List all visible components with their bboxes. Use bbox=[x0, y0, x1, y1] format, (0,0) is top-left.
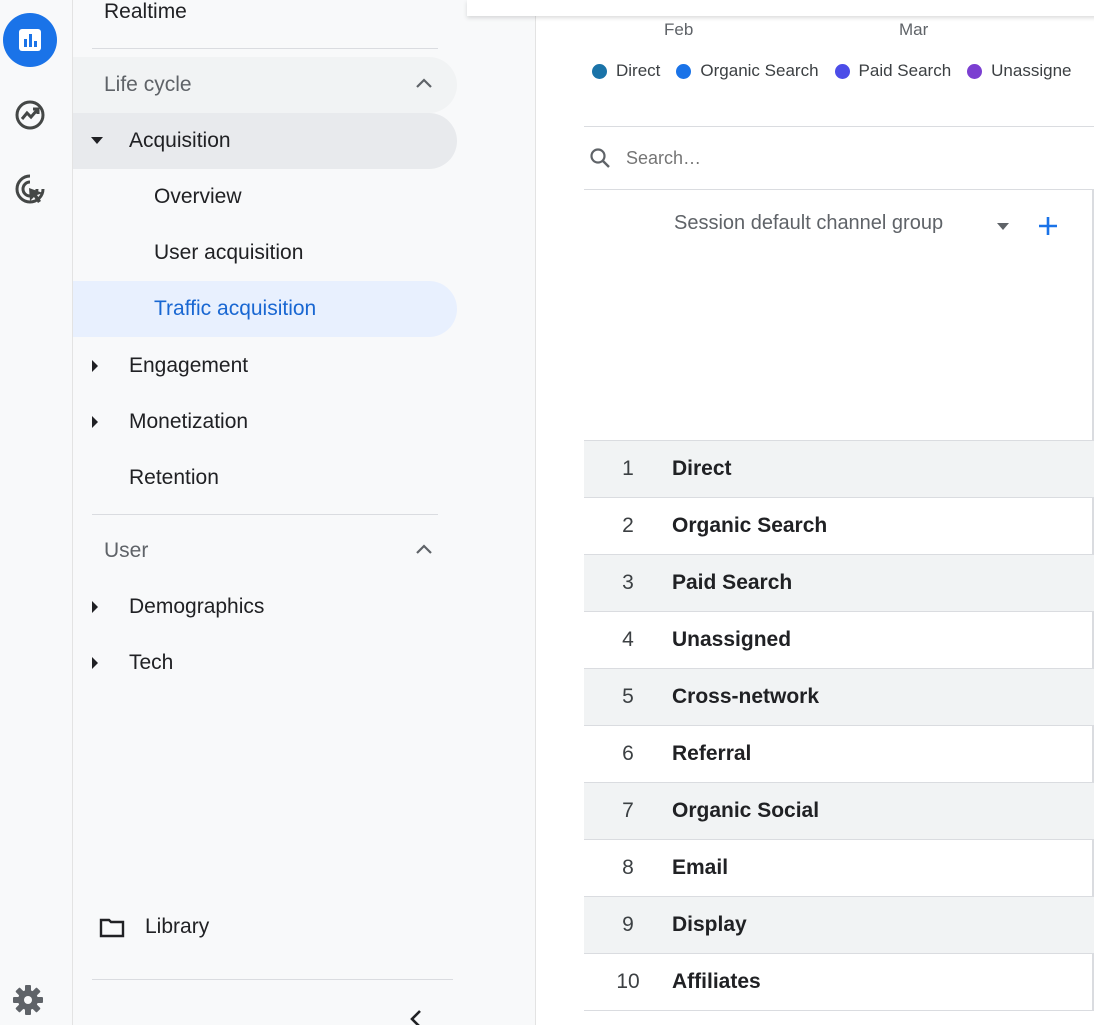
dropdown-arrow-icon[interactable] bbox=[997, 223, 1009, 231]
nav-item-user-acquisition[interactable]: User acquisition bbox=[73, 225, 303, 281]
legend-dot bbox=[834, 63, 850, 79]
row-rank: 5 bbox=[622, 685, 634, 708]
table-search bbox=[584, 127, 1094, 189]
row-channel[interactable]: Unassigned bbox=[672, 628, 791, 652]
nav-item-label: Monetization bbox=[129, 410, 249, 433]
row-rank: 7 bbox=[622, 799, 634, 822]
legend-label: Paid Search bbox=[858, 61, 952, 80]
caret-right-icon bbox=[92, 416, 98, 428]
row-rank: 10 bbox=[616, 970, 640, 993]
legend-label: Organic Search bbox=[700, 61, 819, 80]
x-axis-label-mar: Mar bbox=[899, 20, 929, 39]
nav-item-traffic-acquisition[interactable]: Traffic acquisition bbox=[73, 281, 457, 337]
section-title: User bbox=[104, 539, 149, 562]
row-channel[interactable]: Cross-network bbox=[672, 685, 819, 709]
table-row[interactable]: 5 Cross-network bbox=[584, 669, 1094, 726]
legend-dot bbox=[676, 63, 692, 79]
divider bbox=[92, 48, 438, 49]
divider bbox=[584, 189, 1094, 190]
x-axis-label-feb: Feb bbox=[664, 20, 694, 39]
row-rank: 4 bbox=[622, 628, 634, 651]
table-row[interactable]: 7 Organic Social bbox=[584, 783, 1094, 840]
search-icon bbox=[590, 148, 610, 168]
nav-item-label: Overview bbox=[154, 185, 242, 208]
caret-right-icon bbox=[92, 657, 98, 669]
legend-entry-direct[interactable]: Direct bbox=[592, 61, 660, 81]
nav-item-overview[interactable]: Overview bbox=[73, 169, 242, 225]
legend-dot bbox=[592, 63, 607, 79]
section-title: Life cycle bbox=[104, 73, 192, 96]
nav-item-label: Acquisition bbox=[129, 129, 231, 152]
legend-dot bbox=[967, 63, 983, 79]
section-user[interactable]: User bbox=[73, 523, 457, 579]
legend-entry-unassigned[interactable]: Unassigne bbox=[967, 61, 1071, 81]
row-channel[interactable]: Paid Search bbox=[672, 571, 792, 595]
divider bbox=[92, 979, 453, 980]
row-channel[interactable]: Organic Social bbox=[672, 799, 819, 823]
icon-rail bbox=[0, 0, 73, 1025]
header-shadow-bar bbox=[467, 0, 1094, 16]
nav-item-label: Retention bbox=[129, 466, 219, 489]
row-rank: 9 bbox=[622, 913, 634, 936]
nav-item-retention[interactable]: Retention bbox=[73, 450, 219, 506]
chevron-up-icon bbox=[416, 544, 432, 554]
row-rank: 6 bbox=[622, 742, 634, 765]
caret-down-icon bbox=[91, 137, 103, 144]
nav-item-label: User acquisition bbox=[154, 241, 304, 264]
legend-entry-paid-search[interactable]: Paid Search bbox=[834, 61, 952, 81]
chart-legend: Direct Organic Search Paid Search Unassi… bbox=[592, 61, 1087, 81]
row-rank: 8 bbox=[622, 856, 634, 879]
row-channel[interactable]: Direct bbox=[672, 457, 732, 481]
add-dimension-icon[interactable] bbox=[1038, 216, 1058, 236]
nav-item-label: Engagement bbox=[129, 354, 249, 377]
explore-trend-icon[interactable] bbox=[3, 88, 57, 142]
nav-item-demographics[interactable]: Demographics bbox=[73, 579, 264, 635]
divider bbox=[92, 514, 438, 515]
table-row[interactable]: 2 Organic Search bbox=[584, 498, 1094, 555]
reports-navigation: Realtime Life cycle Acquisition Overview… bbox=[73, 0, 536, 1025]
search-input[interactable] bbox=[626, 147, 1026, 169]
nav-item-acquisition[interactable]: Acquisition bbox=[73, 113, 457, 169]
nav-item-label: Library bbox=[145, 915, 210, 938]
caret-right-icon bbox=[92, 360, 98, 372]
table-row[interactable]: 6 Referral bbox=[584, 726, 1094, 783]
nav-item-label: Realtime bbox=[104, 0, 187, 23]
section-lifecycle[interactable]: Life cycle bbox=[73, 57, 457, 113]
nav-item-engagement[interactable]: Engagement bbox=[73, 338, 248, 394]
row-channel[interactable]: Email bbox=[672, 856, 728, 880]
table-row[interactable]: 8 Email bbox=[584, 840, 1094, 897]
collapse-chevron-icon[interactable] bbox=[409, 1010, 423, 1025]
legend-entry-organic-search[interactable]: Organic Search bbox=[676, 61, 819, 81]
legend-label: Direct bbox=[616, 61, 661, 80]
nav-item-label: Traffic acquisition bbox=[154, 297, 317, 320]
dimension-header[interactable]: Session default channel group bbox=[674, 212, 943, 235]
row-rank: 2 bbox=[622, 514, 634, 537]
table-row[interactable]: 4 Unassigned bbox=[584, 612, 1094, 669]
row-channel[interactable]: Referral bbox=[672, 742, 751, 766]
nav-item-tech[interactable]: Tech bbox=[73, 635, 173, 691]
advertising-target-icon[interactable] bbox=[3, 162, 57, 216]
nav-item-label: Demographics bbox=[129, 595, 265, 618]
table-row[interactable]: 10 Affiliates bbox=[584, 954, 1094, 1011]
table-row[interactable]: 9 Display bbox=[584, 897, 1094, 954]
folder-icon bbox=[99, 918, 125, 938]
nav-item-monetization[interactable]: Monetization bbox=[73, 394, 248, 450]
reports-bar-chart-icon[interactable] bbox=[3, 13, 57, 67]
nav-item-realtime[interactable]: Realtime bbox=[104, 0, 187, 40]
legend-label: Unassigne bbox=[991, 61, 1072, 80]
x-tick-cut bbox=[665, 0, 695, 2]
caret-right-icon bbox=[92, 601, 98, 613]
nav-item-label: Tech bbox=[129, 651, 174, 674]
row-rank: 3 bbox=[622, 571, 634, 594]
row-channel[interactable]: Affiliates bbox=[672, 970, 761, 994]
row-channel[interactable]: Organic Search bbox=[672, 514, 827, 538]
row-rank: 1 bbox=[622, 457, 634, 480]
nav-item-library[interactable]: Library bbox=[73, 899, 209, 955]
row-channel[interactable]: Display bbox=[672, 913, 747, 937]
table-row[interactable]: 1 Direct bbox=[584, 441, 1094, 498]
gear-icon[interactable] bbox=[11, 983, 45, 1022]
table-row[interactable]: 3 Paid Search bbox=[584, 555, 1094, 612]
chevron-up-icon bbox=[416, 78, 432, 88]
report-main: Feb Mar Direct Organic Search Paid Searc… bbox=[467, 0, 1094, 1025]
